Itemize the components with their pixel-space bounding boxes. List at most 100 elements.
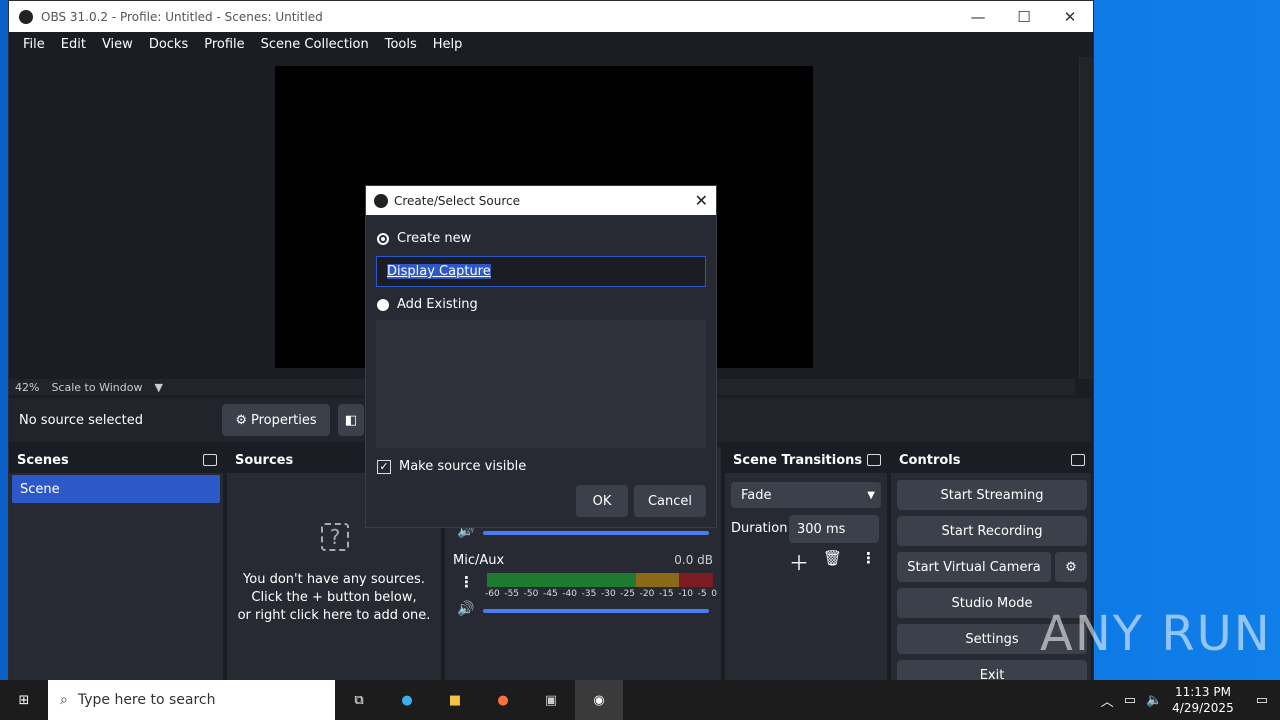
undock-icon[interactable] <box>203 454 217 466</box>
ok-button[interactable]: OK <box>576 485 628 517</box>
minimize-button[interactable]: — <box>955 1 1001 32</box>
chevron-up-icon[interactable]: ︿ <box>1101 691 1114 710</box>
menu-profile[interactable]: Profile <box>196 37 252 52</box>
make-visible-label: Make source visible <box>399 459 527 474</box>
scenes-title: Scenes <box>17 452 69 468</box>
meter-scale: -60 -55 -50 -45 -40 -35 -30 -25 -20 -15 -10 -5 0 <box>485 589 717 599</box>
scenes-header: Scenes <box>9 447 223 473</box>
empty-line-1: You don't have any sources. <box>243 572 425 587</box>
menu-help[interactable]: Help <box>425 37 471 52</box>
undock-icon[interactable] <box>867 454 881 466</box>
mixer-channel-name: Mic/Aux <box>453 553 505 568</box>
network-icon[interactable]: ▭ <box>1124 693 1136 708</box>
transition-type-value: Fade <box>741 487 772 503</box>
duration-value: 300 ms <box>797 521 846 537</box>
zoom-level: 42% <box>15 380 40 394</box>
clock[interactable]: 11:13 PM 4/29/2025 <box>1172 684 1234 716</box>
source-name-value: Display Capture <box>387 264 491 279</box>
menu-docks[interactable]: Docks <box>141 37 196 52</box>
firefox-icon[interactable]: ● <box>479 680 527 720</box>
title-bar: OBS 31.0.2 - Profile: Untitled - Scenes:… <box>9 1 1093 32</box>
source-name-input[interactable]: Display Capture <box>376 256 706 287</box>
empty-sources-message: You don't have any sources. Click the + … <box>227 571 441 625</box>
transitions-dock: Scene Transitions Fade ▼ Duration 300 ms… <box>725 447 887 689</box>
add-existing-option[interactable]: Add Existing <box>377 297 478 312</box>
add-existing-label: Add Existing <box>397 297 478 312</box>
menu-edit[interactable]: Edit <box>53 37 94 52</box>
start-virtual-camera-button[interactable]: Start Virtual Camera <box>897 552 1051 582</box>
create-new-option[interactable]: Create new <box>377 231 471 246</box>
duration-label: Duration <box>731 521 788 536</box>
menu-bar: File Edit View Docks Profile Scene Colle… <box>9 32 1093 57</box>
system-tray: ︿ ▭ 🔈 11:13 PM 4/29/2025 ▭ <box>1101 684 1268 716</box>
make-visible-option[interactable]: ✓ Make source visible <box>377 459 526 474</box>
menu-view[interactable]: View <box>94 37 141 52</box>
gear-icon: ⚙ <box>235 412 247 428</box>
start-recording-button[interactable]: Start Recording <box>897 516 1087 546</box>
cancel-button[interactable]: Cancel <box>634 485 706 517</box>
chevron-down-icon: ▼ <box>867 489 875 501</box>
preview-scrollbar[interactable] <box>1079 57 1093 379</box>
clock-time: 11:13 PM <box>1174 685 1231 699</box>
empty-line-2: Click the + button below, <box>251 590 417 605</box>
controls-header: Controls <box>891 447 1091 473</box>
empty-line-3: or right click here to add one. <box>237 608 431 623</box>
virtual-camera-settings-button[interactable]: ⚙ <box>1055 552 1087 582</box>
file-explorer-icon[interactable]: ■ <box>431 680 479 720</box>
start-streaming-button[interactable]: Start Streaming <box>897 480 1087 510</box>
sources-title: Sources <box>235 452 294 468</box>
controls-title: Controls <box>899 452 961 468</box>
obs-taskbar-icon[interactable]: ◉ <box>575 680 623 720</box>
create-select-source-dialog: Create/Select Source ✕ Create new Displa… <box>365 185 717 528</box>
add-existing-radio[interactable] <box>377 298 389 311</box>
transition-menu-icon[interactable]: ⋮ <box>861 549 876 567</box>
task-view-icon[interactable]: ⧉ <box>335 680 383 720</box>
mixer-volume-slider[interactable] <box>483 609 709 613</box>
undock-icon[interactable] <box>1071 454 1085 466</box>
help-question-icon: ? <box>321 523 349 551</box>
windows-start-icon[interactable]: ⊞ <box>0 680 48 720</box>
search-placeholder: Type here to search <box>77 692 216 708</box>
filters-button[interactable]: ◧ <box>338 404 364 436</box>
notification-icon[interactable]: ▭ <box>1256 693 1268 708</box>
existing-sources-list[interactable] <box>376 320 706 448</box>
mixer-channel-db: 0.0 dB <box>674 553 713 567</box>
close-icon[interactable]: ✕ <box>695 191 708 210</box>
transitions-header: Scene Transitions <box>725 447 887 473</box>
maximize-button[interactable]: ☐ <box>1001 1 1047 32</box>
search-icon: ⌕ <box>60 692 68 708</box>
speaker-icon[interactable]: 🔊 <box>457 601 474 617</box>
taskbar: ⊞ ⌕ Type here to search ⧉ ● ■ ● ▣ ◉ ︿ ▭ … <box>0 680 1280 720</box>
volume-icon[interactable]: 🔈 <box>1146 693 1162 708</box>
create-new-label: Create new <box>397 231 472 246</box>
duration-input[interactable]: 300 ms <box>789 515 879 543</box>
gear-icon: ⚙ <box>1065 559 1077 575</box>
properties-label: Properties <box>250 412 317 428</box>
close-button[interactable]: ✕ <box>1047 1 1093 32</box>
properties-button[interactable]: ⚙ Properties <box>222 404 330 436</box>
menu-scene-collection[interactable]: Scene Collection <box>253 37 377 52</box>
menu-file[interactable]: File <box>15 37 53 52</box>
taskbar-search[interactable]: ⌕ Type here to search <box>48 680 335 720</box>
no-source-label: No source selected <box>19 412 143 428</box>
mixer-volume-slider-top[interactable] <box>483 531 709 535</box>
transitions-title: Scene Transitions <box>733 452 863 468</box>
channel-menu-icon[interactable]: ⋮ <box>459 573 474 591</box>
window-title: OBS 31.0.2 - Profile: Untitled - Scenes:… <box>41 9 323 24</box>
edge-icon[interactable]: ● <box>383 680 431 720</box>
transition-type-select[interactable]: Fade ▼ <box>731 482 881 508</box>
obs-logo-icon <box>374 193 388 208</box>
filters-icon: ◧ <box>344 412 358 428</box>
scale-mode[interactable]: Scale to Window <box>45 381 148 394</box>
obs-logo-icon <box>19 9 33 24</box>
scene-list-item[interactable]: Scene <box>12 475 220 503</box>
clock-date: 4/29/2025 <box>1172 701 1234 715</box>
scale-dropdown-icon[interactable]: ▼ <box>148 381 168 394</box>
trash-icon[interactable]: 🗑 <box>823 549 842 567</box>
dialog-title-bar: Create/Select Source ✕ <box>366 186 716 215</box>
menu-tools[interactable]: Tools <box>377 37 425 52</box>
create-new-radio[interactable] <box>377 232 389 245</box>
checkbox-checked-icon[interactable]: ✓ <box>377 459 391 474</box>
app-icon[interactable]: ▣ <box>527 680 575 720</box>
add-transition-icon[interactable]: ＋ <box>789 547 809 576</box>
